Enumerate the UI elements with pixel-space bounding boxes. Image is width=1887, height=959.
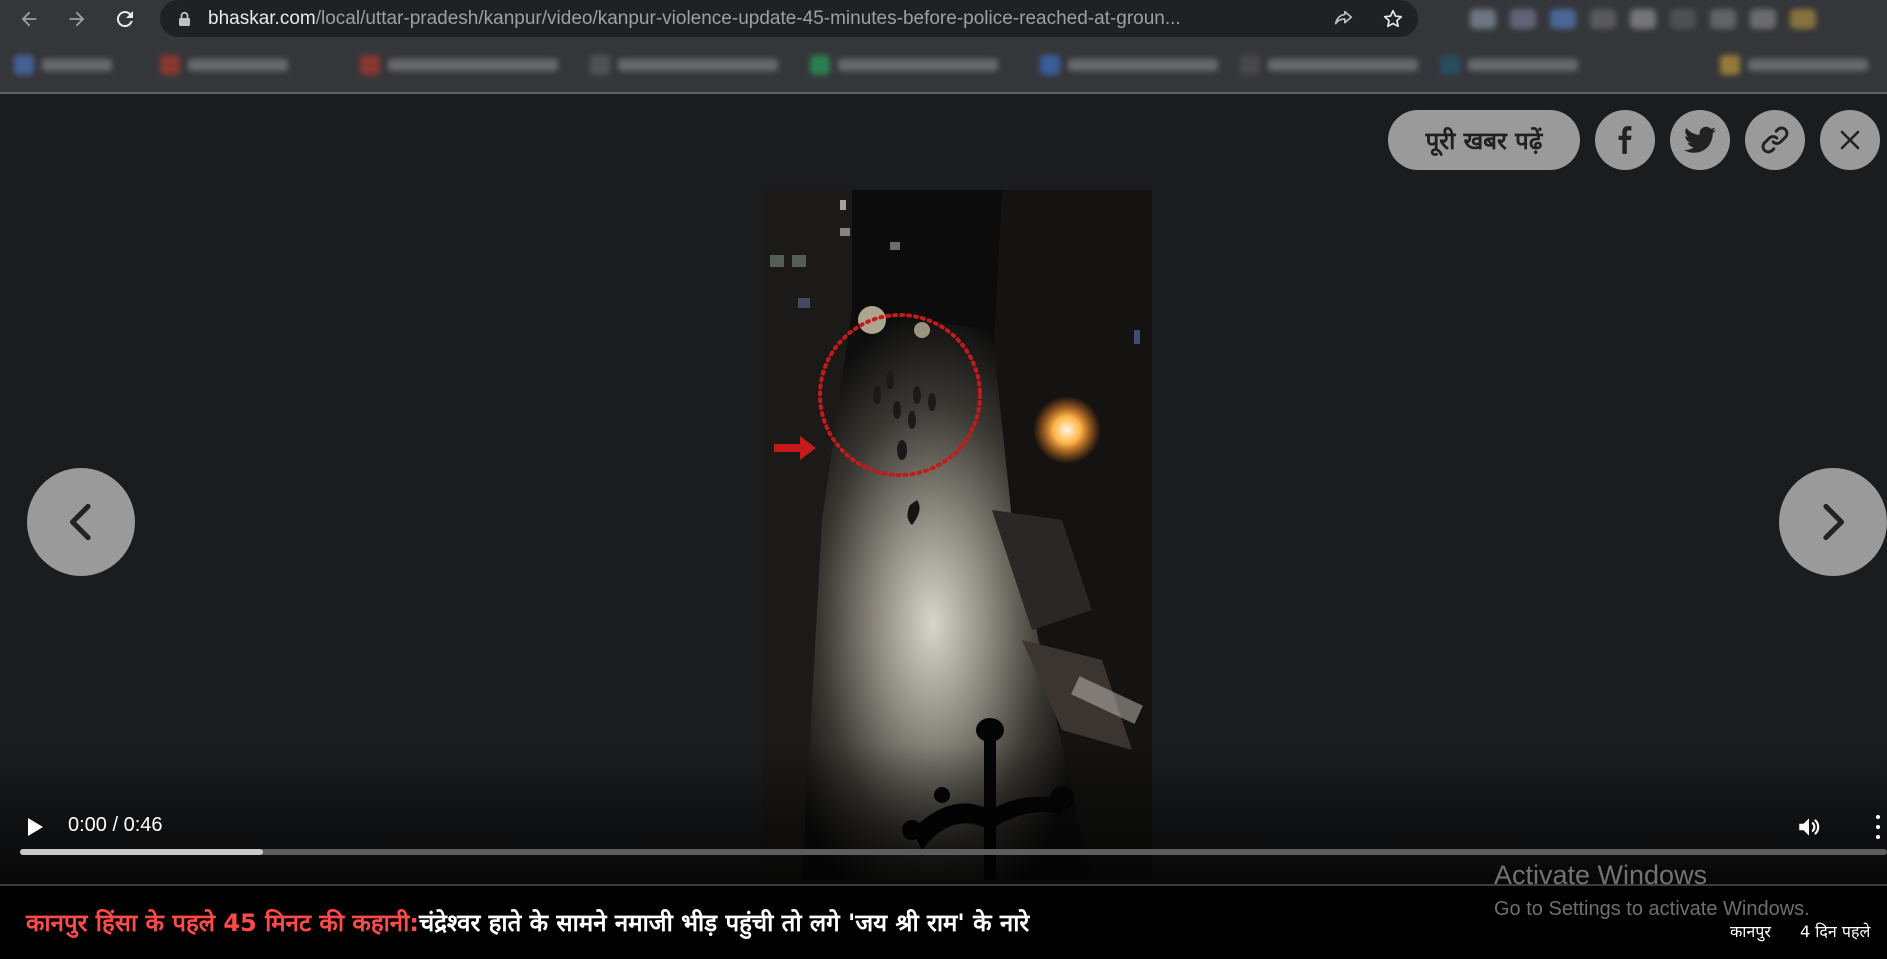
bookmark-item[interactable] [1720, 52, 1868, 78]
bookmark-item[interactable] [1240, 52, 1418, 78]
headline-text: चंद्रेश्वर हाते के सामने नमाजी भीड़ पहुं… [418, 909, 1030, 937]
extension-icon[interactable] [1750, 9, 1776, 29]
previous-video-button[interactable] [27, 468, 135, 576]
video-modal: पूरी खबर पढ़ें 0:00 / 0:46 [0, 94, 1887, 884]
headline-kicker: कानपुर हिंसा के पहले 45 मिनट की कहानी: [26, 909, 419, 937]
extension-icon[interactable] [1470, 9, 1496, 29]
back-arrow-icon [21, 11, 37, 27]
activate-windows-watermark: Activate Windows [1494, 860, 1708, 890]
caption-bar: कानपुर हिंसा के पहले 45 मिनट की कहानी:चं… [0, 886, 1887, 959]
more-options-button[interactable] [1872, 812, 1884, 842]
close-button[interactable] [1820, 110, 1880, 170]
chevron-right-icon [1823, 503, 1845, 541]
bookmarks-bar [0, 38, 1887, 92]
close-icon [1840, 130, 1860, 150]
chevron-left-icon [69, 503, 91, 541]
extension-icon[interactable] [1790, 9, 1816, 29]
copy-link-button[interactable] [1745, 110, 1805, 170]
facebook-icon [1618, 126, 1632, 154]
forward-arrow-icon [69, 11, 85, 27]
play-icon [28, 818, 43, 836]
facebook-share-button[interactable] [1595, 110, 1655, 170]
more-vert-icon [1876, 815, 1880, 819]
bookmark-item[interactable] [14, 52, 112, 78]
bookmark-item[interactable] [360, 52, 558, 78]
play-button[interactable] [20, 812, 50, 842]
share-icon [1334, 10, 1353, 25]
browser-toolbar: bhaskar.com/local/uttar-pradesh/kanpur/v… [0, 0, 1887, 38]
lock-icon [179, 11, 190, 26]
next-video-button[interactable] [1779, 468, 1887, 576]
reload-icon [116, 11, 133, 28]
extension-icon[interactable] [1510, 9, 1536, 29]
reload-button[interactable] [110, 4, 140, 34]
twitter-share-button[interactable] [1670, 110, 1730, 170]
extension-icon[interactable] [1550, 9, 1576, 29]
bookmark-item[interactable] [160, 52, 288, 78]
seek-bar[interactable] [20, 849, 1887, 855]
read-full-story-button[interactable]: पूरी खबर पढ़ें [1388, 110, 1580, 170]
buffered-progress [20, 849, 263, 855]
volume-icon [1799, 818, 1820, 836]
bookmark-item[interactable] [590, 52, 778, 78]
twitter-icon [1684, 126, 1716, 153]
link-icon [1761, 126, 1789, 154]
share-button[interactable] [1330, 6, 1356, 32]
extension-icon[interactable] [1590, 9, 1616, 29]
address-bar[interactable]: bhaskar.com/local/uttar-pradesh/kanpur/v… [160, 0, 1418, 37]
url-text: bhaskar.com/local/uttar-pradesh/kanpur/v… [208, 8, 1181, 29]
extensions-area [1470, 6, 1887, 32]
bookmark-item[interactable] [810, 52, 998, 78]
timestamp-label: 4 दिन पहले [1800, 922, 1871, 941]
volume-button[interactable] [1792, 812, 1826, 842]
location-label: कानपुर [1730, 922, 1771, 941]
bookmark-item[interactable] [1040, 52, 1218, 78]
star-icon [1383, 9, 1403, 28]
bookmark-item[interactable] [1440, 52, 1578, 78]
extension-icon[interactable] [1670, 9, 1696, 29]
extension-icon[interactable] [1710, 9, 1736, 29]
time-display: 0:00 / 0:46 [68, 814, 163, 836]
back-button[interactable] [14, 4, 44, 34]
video-headline[interactable]: कानपुर हिंसा के पहले 45 मिनट की कहानी:चं… [26, 906, 1029, 939]
activate-windows-subtext: Go to Settings to activate Windows. [1494, 898, 1810, 920]
bookmark-star-button[interactable] [1380, 6, 1406, 32]
extension-icon[interactable] [1630, 9, 1656, 29]
forward-button[interactable] [62, 4, 92, 34]
